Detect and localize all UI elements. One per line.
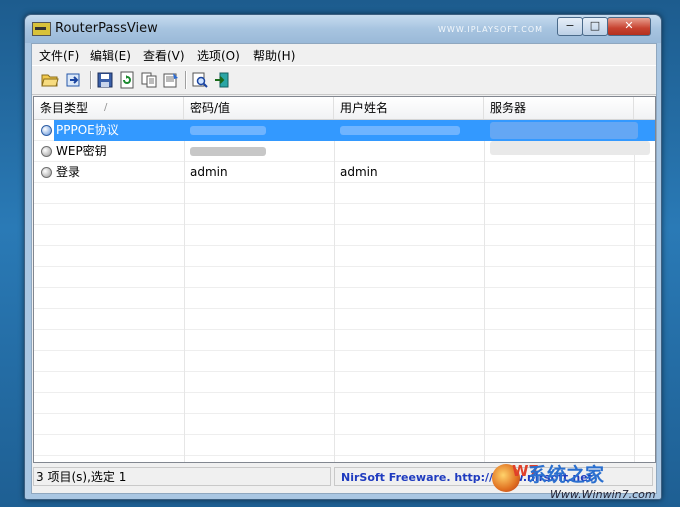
menu-options[interactable]: 选项(O)	[197, 47, 240, 64]
cell-type: 登录	[56, 165, 81, 179]
app-key-icon	[32, 22, 51, 36]
menu-bar: 文件(F) 编辑(E) 查看(V) 选项(O) 帮助(H)	[32, 44, 656, 64]
app-window: RouterPassView WWW.IPLAYSOFT.COM − □ ✕ 文…	[24, 14, 662, 500]
table-row[interactable]: PPPOE协议	[34, 120, 655, 141]
column-header-user[interactable]: 用户姓名	[334, 97, 484, 119]
obscured-value	[190, 126, 266, 135]
maximize-button[interactable]: □	[582, 17, 608, 36]
save-icon[interactable]	[96, 71, 114, 89]
menu-edit[interactable]: 编辑(E)	[90, 47, 131, 64]
properties-icon[interactable]	[162, 71, 180, 89]
cell-value: admin	[190, 165, 228, 179]
cell-type: PPPOE协议	[54, 120, 184, 141]
table-row[interactable]: 登录 admin admin	[34, 162, 655, 183]
list-body: PPPOE协议 WEP密钥 登录 admin admin	[34, 120, 655, 462]
entry-bullet-icon	[41, 146, 52, 157]
table-row[interactable]: WEP密钥	[34, 141, 655, 162]
column-header-type[interactable]: 条目类型 /	[34, 97, 184, 119]
copy-icon[interactable]	[140, 71, 158, 89]
menu-help[interactable]: 帮助(H)	[253, 47, 295, 64]
find-icon[interactable]	[65, 71, 83, 89]
close-button[interactable]: ✕	[607, 17, 651, 36]
toolbar-separator	[185, 71, 187, 89]
obscured-user	[340, 126, 460, 135]
column-header-server[interactable]: 服务器	[484, 97, 634, 119]
entry-bullet-icon	[41, 125, 52, 136]
column-header-value[interactable]: 密码/值	[184, 97, 334, 119]
entries-list[interactable]: 条目类型 / 密码/值 用户姓名 服务器 PPPOE协议 WEP密钥 登录 ad…	[33, 96, 656, 463]
watermark-site: Www.Winwin7.com	[550, 488, 656, 501]
status-count: 3 项目(s),选定 1	[33, 467, 331, 486]
menu-view[interactable]: 查看(V)	[143, 47, 185, 64]
client-area: 文件(F) 编辑(E) 查看(V) 选项(O) 帮助(H) 条目类型 / 密码/…	[31, 43, 657, 494]
sort-indicator: /	[104, 102, 108, 113]
column-header-label: 条目类型	[40, 101, 89, 115]
refresh-icon[interactable]	[118, 71, 136, 89]
obscured-server	[490, 141, 650, 155]
list-header: 条目类型 / 密码/值 用户姓名 服务器	[34, 97, 655, 120]
window-title: RouterPassView	[55, 21, 158, 36]
entry-bullet-icon	[41, 167, 52, 178]
exit-icon[interactable]	[213, 71, 231, 89]
watermark-brand: 系统之家	[528, 464, 605, 486]
open-folder-icon[interactable]	[41, 71, 59, 89]
menu-file[interactable]: 文件(F)	[39, 47, 79, 64]
cell-type: WEP密钥	[56, 144, 107, 158]
obscured-server	[490, 122, 638, 139]
minimize-button[interactable]: −	[557, 17, 583, 36]
watermark-logo: W7 系统之家 Www.Winwin7.com	[492, 460, 668, 506]
watermark-top: WWW.IPLAYSOFT.COM	[438, 25, 544, 34]
title-bar[interactable]: RouterPassView WWW.IPLAYSOFT.COM − □ ✕	[25, 15, 661, 43]
toolbar-separator	[90, 71, 92, 89]
toolbar	[32, 65, 656, 95]
search-icon[interactable]	[191, 71, 209, 89]
obscured-value	[190, 147, 266, 156]
cell-user: admin	[340, 165, 378, 179]
